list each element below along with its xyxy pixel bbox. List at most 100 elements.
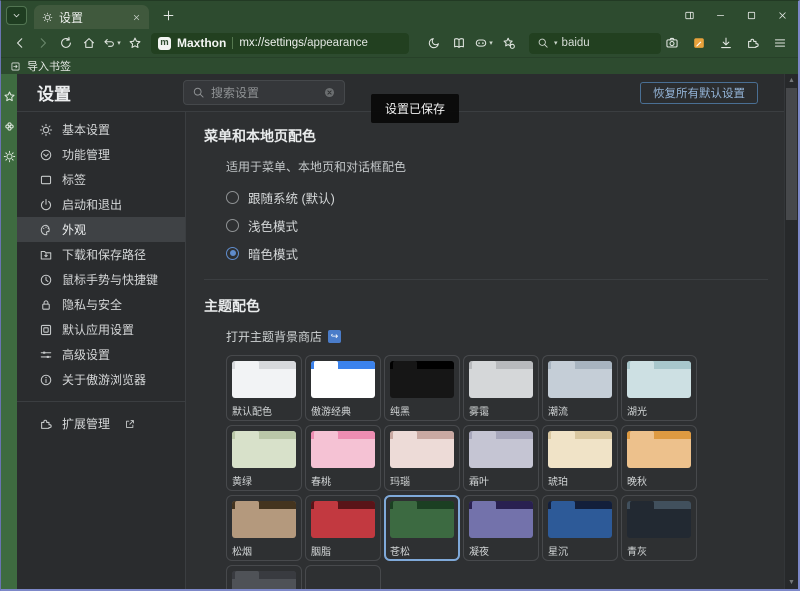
scroll-up-icon[interactable]: ▲ — [785, 74, 798, 87]
favorites-manager-icon[interactable] — [498, 33, 519, 54]
minimize-button[interactable] — [705, 1, 736, 29]
action-buttons — [661, 33, 790, 54]
add-theme-button[interactable]: + — [305, 565, 381, 589]
forward-icon[interactable] — [32, 33, 53, 54]
download-icon[interactable] — [715, 33, 736, 54]
sidebar-item[interactable]: 标签 — [17, 167, 185, 192]
theme-card[interactable]: 湖光 — [621, 355, 697, 421]
color-mode-option[interactable]: 浅色模式 — [226, 211, 768, 239]
favorites-star-icon[interactable] — [3, 90, 16, 103]
radio-button[interactable] — [226, 191, 239, 204]
quick-search-box[interactable]: ▾ baidu — [529, 33, 661, 54]
sidebar-item-label: 启动和退出 — [62, 196, 122, 213]
theme-card[interactable]: 默认配色 — [226, 355, 302, 421]
sidebar-item[interactable]: 基本设置 — [17, 117, 185, 142]
undo-icon[interactable]: ▾ — [101, 33, 122, 54]
scrollbar-thumb[interactable] — [786, 88, 797, 220]
window-controls — [674, 1, 798, 29]
sidebar-item-extensions[interactable]: 扩展管理 — [17, 411, 185, 436]
theme-store-icon[interactable]: ↪ — [328, 330, 341, 343]
theme-thumbnail — [627, 361, 691, 398]
scroll-down-icon[interactable]: ▼ — [785, 576, 798, 589]
tab-list-button[interactable] — [6, 6, 27, 25]
reload-icon[interactable] — [55, 33, 76, 54]
theme-card[interactable]: 晚秋 — [621, 425, 697, 491]
sidebar-item[interactable]: 下载和保存路径 — [17, 242, 185, 267]
close-tab-icon[interactable] — [132, 13, 141, 22]
settings-nav: 基本设置功能管理标签启动和退出外观下载和保存路径鼠标手势与快捷键隐私与安全默认应… — [17, 112, 186, 589]
clear-search-icon[interactable] — [323, 86, 336, 99]
new-tab-button[interactable] — [162, 9, 175, 22]
main-menu-icon[interactable] — [769, 33, 790, 54]
sidebar-item[interactable]: 高级设置 — [17, 342, 185, 367]
sidebar-item[interactable]: 启动和退出 — [17, 192, 185, 217]
theme-card[interactable]: 苍松 — [384, 495, 460, 561]
puzzle-icon — [39, 417, 53, 431]
theme-name: 苍松 — [390, 543, 454, 556]
radio-button[interactable] — [226, 219, 239, 232]
section-description: 适用于菜单、本地页和对话框配色 — [226, 158, 768, 175]
sidebar-item[interactable]: 外观 — [17, 217, 185, 242]
theme-card[interactable]: 霜叶 — [463, 425, 539, 491]
radio-label: 暗色模式 — [248, 244, 298, 263]
theme-card[interactable]: 松烟 — [226, 495, 302, 561]
sidebar-item[interactable]: 鼠标手势与快捷键 — [17, 267, 185, 292]
night-mode-icon[interactable] — [423, 33, 444, 54]
favorite-star-icon[interactable] — [124, 33, 145, 54]
brand-label: Maxthon — [177, 36, 226, 50]
color-mode-option[interactable]: 跟随系统 (默认) — [226, 183, 768, 211]
rail-gear-icon[interactable] — [3, 150, 16, 163]
theme-name: 雾霭 — [469, 403, 533, 416]
theme-card[interactable]: 琥珀 — [542, 425, 618, 491]
theme-thumbnail — [548, 501, 612, 538]
radio-label: 跟随系统 (默认) — [248, 188, 335, 207]
address-bar[interactable]: m Maxthon mx://settings/appearance — [151, 33, 409, 54]
theme-store-link[interactable]: 打开主题背景商店 ↪ — [226, 328, 768, 345]
sidebar-item[interactable]: 关于傲游浏览器 — [17, 367, 185, 392]
theme-card[interactable]: 星沉 — [542, 495, 618, 561]
sidebar-item[interactable]: 功能管理 — [17, 142, 185, 167]
theme-name: 黄绿 — [232, 473, 296, 486]
theme-card[interactable]: 胭脂 — [305, 495, 381, 561]
browser-window: 设置 ▾ m Maxthon mx://settings/appearance … — [0, 0, 800, 591]
back-icon[interactable] — [9, 33, 30, 54]
home-icon[interactable] — [78, 33, 99, 54]
url-text: mx://settings/appearance — [239, 37, 368, 49]
screenshot-icon[interactable] — [661, 33, 682, 54]
theme-card[interactable]: 暗夜 — [226, 565, 302, 589]
split-screen-button[interactable] — [674, 1, 705, 29]
nav-divider — [17, 401, 185, 402]
quick-flower-icon[interactable] — [3, 120, 16, 133]
radio-button[interactable] — [226, 247, 239, 260]
active-tab[interactable]: 设置 — [34, 5, 149, 29]
import-bookmarks-label[interactable]: 导入书签 — [27, 58, 71, 74]
theme-card[interactable]: 潮流 — [542, 355, 618, 421]
theme-card[interactable]: 玛瑙 — [384, 425, 460, 491]
sidebar-item[interactable]: 默认应用设置 — [17, 317, 185, 342]
section-title: 主题配色 — [204, 296, 768, 316]
search-engine-caret-icon[interactable]: ▾ — [554, 39, 558, 47]
mini-app-icon[interactable]: ▾ — [473, 33, 494, 54]
maximize-button[interactable] — [736, 1, 767, 29]
notes-icon[interactable] — [688, 33, 709, 54]
theme-card[interactable]: 雾霭 — [463, 355, 539, 421]
sidebar-item[interactable]: 隐私与安全 — [17, 292, 185, 317]
theme-card[interactable]: 凝夜 — [463, 495, 539, 561]
close-button[interactable] — [767, 1, 798, 29]
theme-card[interactable]: 春桃 — [305, 425, 381, 491]
theme-thumbnail — [390, 361, 454, 398]
reader-mode-icon[interactable] — [448, 33, 469, 54]
info-icon — [39, 373, 53, 387]
theme-grid: 默认配色傲游经典纯黑雾霭潮流湖光黄绿春桃玛瑙霜叶琥珀晚秋松烟胭脂苍松凝夜星沉青灰… — [226, 355, 706, 589]
theme-card[interactable]: 黄绿 — [226, 425, 302, 491]
settings-search-input[interactable]: 搜索设置 — [183, 80, 345, 105]
themes-section: 主题配色 打开主题背景商店 ↪ 默认配色傲游经典纯黑雾霭潮流湖光黄绿春桃玛瑙霜叶… — [204, 279, 768, 589]
theme-card[interactable]: 傲游经典 — [305, 355, 381, 421]
scrollbar[interactable]: ▲ ▼ — [784, 74, 798, 589]
theme-card[interactable]: 纯黑 — [384, 355, 460, 421]
gear-icon — [42, 12, 53, 23]
extensions-icon[interactable] — [742, 33, 763, 54]
restore-defaults-button[interactable]: 恢复所有默认设置 — [640, 82, 758, 104]
theme-card[interactable]: 青灰 — [621, 495, 697, 561]
color-mode-option[interactable]: 暗色模式 — [226, 239, 768, 267]
